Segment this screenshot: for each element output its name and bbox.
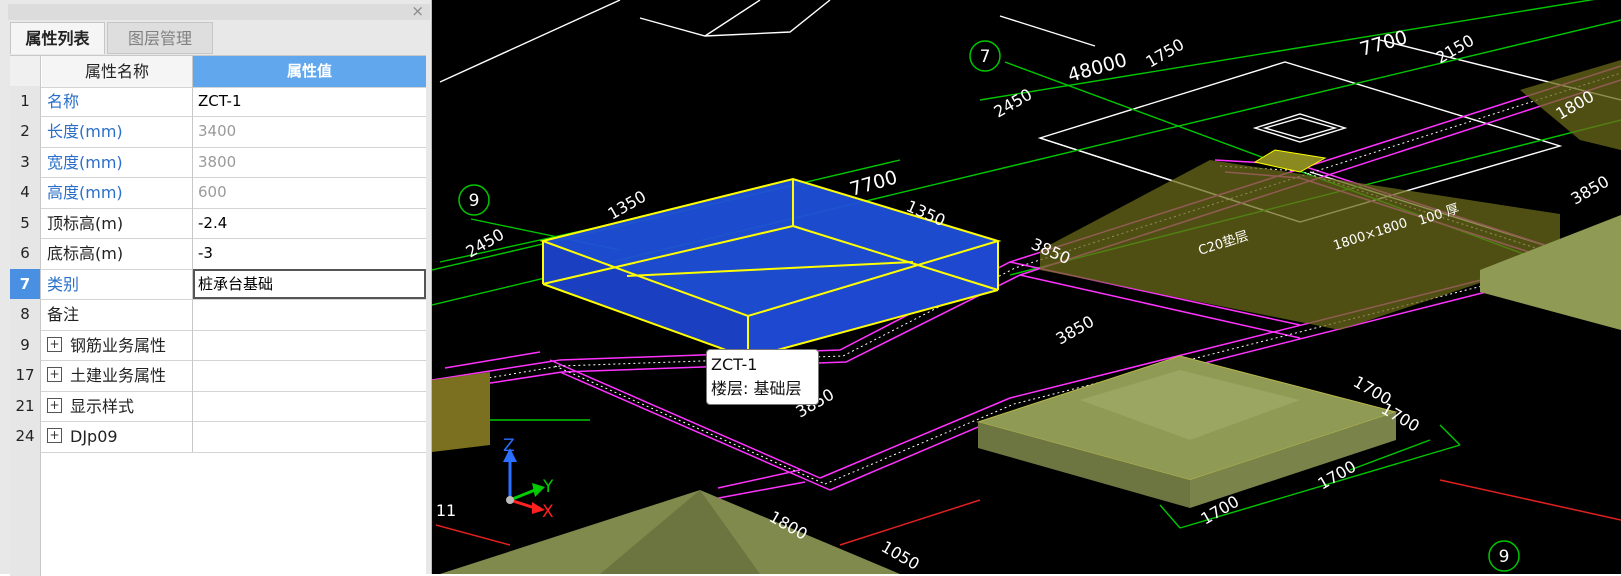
cad-scene[interactable]: C20垫层 1800×1800 100 厚 7 9 9 11 48000 175… bbox=[432, 0, 1621, 574]
table-row[interactable]: 5 顶标高(m) -2.4 bbox=[10, 207, 426, 239]
property-value[interactable]: 3400 bbox=[193, 116, 426, 147]
svg-text:3850: 3850 bbox=[1568, 172, 1613, 209]
table-row[interactable]: 8 备注 bbox=[10, 299, 426, 331]
expand-icon[interactable]: + bbox=[47, 397, 62, 413]
expand-icon[interactable]: + bbox=[47, 428, 62, 443]
property-name: 宽度(mm) bbox=[42, 146, 193, 177]
row-number: 7 bbox=[10, 268, 41, 299]
property-value[interactable] bbox=[193, 330, 426, 361]
svg-text:9: 9 bbox=[1499, 547, 1510, 567]
column-header-name[interactable]: 属性名称 bbox=[42, 56, 193, 87]
svg-text:Y: Y bbox=[542, 477, 554, 497]
table-row-group[interactable]: 24 + DJp09 bbox=[10, 421, 426, 453]
svg-text:2450: 2450 bbox=[991, 85, 1036, 122]
svg-text:Z: Z bbox=[503, 436, 515, 456]
footing-region bbox=[1040, 160, 1560, 330]
row-number: 24 bbox=[10, 421, 41, 452]
table-row[interactable]: 2 长度(mm) 3400 bbox=[10, 116, 426, 148]
property-value[interactable]: ZCT-1 bbox=[193, 86, 426, 117]
group-label: 钢筋业务属性 bbox=[70, 335, 167, 355]
tab-layer-management[interactable]: 图层管理 bbox=[107, 22, 213, 54]
table-row[interactable]: 6 底标高(m) -3 bbox=[10, 238, 426, 270]
group-label: 显示样式 bbox=[70, 396, 135, 416]
property-value[interactable]: -2.4 bbox=[193, 208, 426, 239]
property-name: 长度(mm) bbox=[42, 116, 193, 147]
table-row-group[interactable]: 9 + 钢筋业务属性 bbox=[10, 329, 426, 361]
table-row-selected[interactable]: 7 类别 桩承台基础 bbox=[10, 268, 426, 300]
svg-text:9: 9 bbox=[469, 191, 480, 211]
expand-icon[interactable]: + bbox=[47, 336, 62, 352]
close-icon[interactable]: × bbox=[411, 2, 424, 20]
properties-panel: × 属性列表 图层管理 属性名称 属性值 1 名称 ZCT-1 2 长度(mm)… bbox=[0, 0, 432, 576]
group-label: 土建业务属性 bbox=[70, 366, 167, 385]
property-value[interactable] bbox=[193, 421, 426, 452]
column-header-value[interactable]: 属性值 bbox=[193, 56, 426, 87]
tooltip-element-name: ZCT-1 bbox=[711, 355, 758, 374]
row-number: 1 bbox=[10, 85, 41, 116]
tab-property-list[interactable]: 属性列表 bbox=[10, 22, 105, 54]
svg-text:X: X bbox=[542, 502, 554, 522]
svg-text:2450: 2450 bbox=[463, 225, 508, 262]
property-name: 高度(mm) bbox=[42, 177, 193, 208]
3d-viewport[interactable]: C20垫层 1800×1800 100 厚 7 9 9 11 48000 175… bbox=[432, 0, 1621, 574]
property-value[interactable]: -3 bbox=[193, 238, 426, 269]
row-number-gutter bbox=[10, 451, 41, 576]
table-row-group[interactable]: 21 + 显示样式 bbox=[10, 390, 426, 422]
property-value[interactable] bbox=[193, 299, 426, 330]
property-name: 名称 bbox=[42, 85, 193, 116]
panel-title-bar: × bbox=[8, 2, 430, 20]
property-name: 备注 bbox=[42, 299, 193, 330]
grid-header-row: 属性名称 属性值 bbox=[10, 56, 426, 88]
element-tooltip: ZCT-1 楼层: 基础层 bbox=[706, 349, 819, 405]
row-number: 2 bbox=[10, 116, 41, 147]
svg-text:7: 7 bbox=[980, 47, 991, 67]
row-number: 5 bbox=[10, 207, 41, 238]
row-number: 8 bbox=[10, 299, 41, 330]
expand-icon[interactable]: + bbox=[47, 367, 62, 382]
table-row[interactable]: 4 高度(mm) 600 bbox=[10, 177, 426, 209]
axis-gizmo bbox=[503, 448, 545, 514]
group-label: DJp09 bbox=[70, 427, 118, 446]
row-number: 9 bbox=[10, 329, 41, 360]
property-grid: 属性名称 属性值 1 名称 ZCT-1 2 长度(mm) 3400 3 宽度(m… bbox=[10, 55, 426, 576]
row-number: 3 bbox=[10, 146, 41, 177]
property-value[interactable] bbox=[193, 360, 426, 391]
property-group-name: + 钢筋业务属性 bbox=[42, 329, 193, 360]
row-number: 4 bbox=[10, 177, 41, 208]
property-group-name: + 显示样式 bbox=[42, 390, 193, 421]
property-name: 顶标高(m) bbox=[42, 207, 193, 238]
row-number: 17 bbox=[10, 360, 41, 391]
table-row[interactable]: 1 名称 ZCT-1 bbox=[10, 85, 426, 117]
property-group-name: + DJp09 bbox=[42, 421, 193, 452]
table-row-group[interactable]: 17 + 土建业务属性 bbox=[10, 360, 426, 392]
svg-text:7700: 7700 bbox=[847, 166, 900, 200]
row-number: 6 bbox=[10, 238, 41, 269]
tooltip-floor: 楼层: 基础层 bbox=[711, 379, 802, 398]
property-name: 底标高(m) bbox=[42, 238, 193, 269]
property-value[interactable] bbox=[193, 391, 426, 422]
property-group-name: + 土建业务属性 bbox=[42, 360, 193, 391]
table-row[interactable]: 3 宽度(mm) 3800 bbox=[10, 146, 426, 178]
svg-text:7700: 7700 bbox=[1357, 26, 1410, 60]
property-value[interactable]: 3800 bbox=[193, 147, 426, 178]
svg-text:3850: 3850 bbox=[1053, 312, 1098, 349]
property-value-editor[interactable]: 桩承台基础 bbox=[193, 268, 426, 299]
property-value[interactable]: 600 bbox=[193, 177, 426, 208]
property-name: 类别 bbox=[42, 268, 193, 299]
row-number: 21 bbox=[10, 390, 41, 421]
row-number-header bbox=[10, 56, 41, 87]
svg-text:11: 11 bbox=[436, 501, 456, 520]
svg-text:1750: 1750 bbox=[1143, 35, 1188, 72]
